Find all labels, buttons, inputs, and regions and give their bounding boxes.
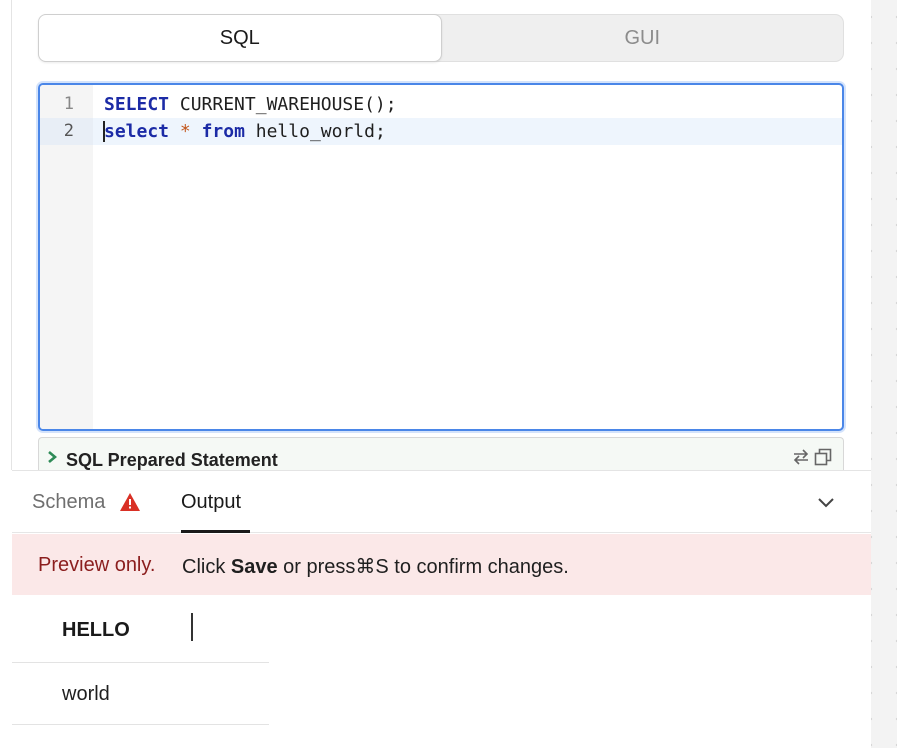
code-text: select * from hello_world;: [104, 118, 386, 145]
chevron-down-icon[interactable]: [813, 491, 839, 513]
code-token: select: [104, 121, 170, 142]
code-token: CURRENT_WAREHOUSE();: [169, 94, 397, 115]
bottom-tabs: Schema Output: [12, 471, 871, 533]
sql-prepared-statement[interactable]: SQL Prepared Statement: [38, 437, 844, 471]
line-number: 2: [40, 118, 93, 145]
popout-icon[interactable]: [813, 447, 833, 472]
chevron-right-icon: [47, 450, 58, 467]
tab-gui[interactable]: GUI: [442, 15, 844, 61]
tab-schema[interactable]: Schema: [32, 491, 105, 514]
banner-text: or press⌘S to confirm changes.: [277, 556, 569, 578]
line-number: 1: [63, 94, 74, 114]
banner-save-text: Save: [230, 556, 278, 578]
table-header: HELLO: [12, 595, 269, 663]
code-token: hello_world;: [244, 121, 386, 142]
swap-icon[interactable]: [791, 447, 811, 472]
table-cell: world: [62, 683, 110, 705]
right-rail: [871, 0, 897, 748]
code-text: SELECT CURRENT_WAREHOUSE();: [104, 91, 397, 118]
results-table: HELLO world: [12, 595, 269, 725]
sql-editor[interactable]: 1 SELECT CURRENT_WAREHOUSE(); 2 select *…: [38, 83, 844, 431]
preview-banner: Preview only. Click Save or press⌘S to c…: [12, 534, 871, 595]
code-token: from: [201, 121, 245, 142]
prepared-statement-label: SQL Prepared Statement: [66, 450, 278, 470]
code-line-2[interactable]: 2 select * from hello_world;: [40, 118, 842, 145]
table-row: world: [12, 663, 269, 725]
tab-sql[interactable]: SQL: [38, 14, 442, 62]
banner-text: Click: [182, 556, 231, 578]
column-header-hello[interactable]: HELLO: [62, 619, 130, 642]
column-resize-handle[interactable]: [191, 613, 193, 641]
code-line-1[interactable]: 1 SELECT CURRENT_WAREHOUSE();: [40, 91, 842, 118]
code-token: SELECT: [104, 94, 170, 115]
left-gutter: [0, 0, 12, 470]
prepared-statement-actions: [791, 447, 833, 472]
mode-toggle: SQL GUI: [38, 14, 844, 62]
active-tab-indicator: [181, 530, 250, 533]
bottom-panel: Schema Output Preview only. Click Save o…: [12, 470, 871, 748]
banner-message: Click Save or press⌘S to confirm changes…: [182, 554, 569, 579]
tab-output[interactable]: Output: [181, 491, 241, 514]
code-token: *: [179, 121, 191, 142]
warning-triangle-icon: [119, 492, 141, 512]
banner-prefix: Preview only.: [38, 554, 156, 576]
